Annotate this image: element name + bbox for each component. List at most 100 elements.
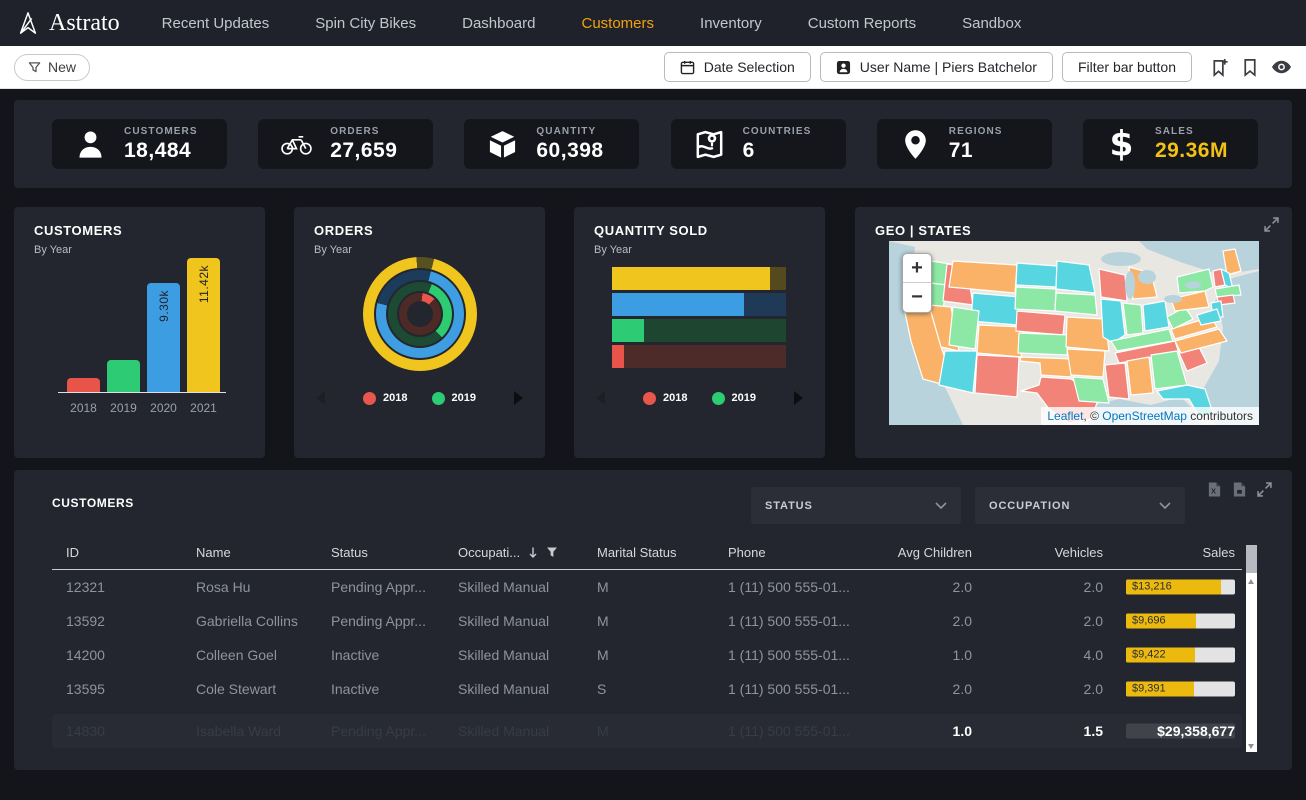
nav-item-recent-updates[interactable]: Recent Updates [162,15,270,32]
column-filter-icon[interactable] [546,546,558,558]
table-row[interactable]: 13595Cole StewartInactiveSkilled ManualS… [52,672,1242,706]
panel-title: QUANTITY SOLD [594,223,708,238]
nav-item-inventory[interactable]: Inventory [700,15,762,32]
column-header-phone[interactable]: Phone [728,545,864,569]
kpi-text: QUANTITY60,398 [536,126,603,163]
table-title: CUSTOMERS [52,496,134,510]
occupation-filter-dropdown[interactable]: OCCUPATION [975,487,1185,524]
kpi-card-orders: ORDERS27,659 [258,119,433,169]
legend-dot [432,392,445,405]
cell-name: Colleen Goel [196,638,331,672]
qbar-2020 [612,293,786,316]
panel-title: CUSTOMERS [34,223,122,238]
filter-bar-button[interactable]: Filter bar button [1062,52,1192,82]
column-header-avg-children[interactable]: Avg Children [864,545,972,569]
customers-table-panel: CUSTOMERS STATUS OCCUPATION X [14,470,1292,770]
cell-vehicles: 2.0 [972,570,1103,604]
filter-toolbar: New Date Selection User Name | Piers Bat… [0,46,1306,89]
column-header-name[interactable]: Name [196,545,331,569]
scroll-up-icon[interactable] [1248,579,1254,584]
legend-item-2019[interactable]: 2019 [712,392,756,405]
qbar-fill [612,267,770,290]
nav-item-custom-reports[interactable]: Custom Reports [808,15,916,32]
bookmark-add-icon[interactable] [1211,58,1229,77]
column-header-occupati[interactable]: Occupati... [458,545,597,569]
cell-vehicles: 2.0 [972,604,1103,638]
openstreetmap-link[interactable]: OpenStreetMap [1102,409,1187,423]
export-document-icon[interactable] [1232,481,1247,498]
kpi-text: COUNTRIES6 [743,126,812,163]
quantity-legend: 2018 2019 [574,391,825,405]
scrollbar-thumb[interactable] [1246,545,1257,573]
footer-total-sales: $8$29,358,677 [1103,714,1235,748]
legend-prev-button[interactable] [316,391,325,405]
nav-item-customers[interactable]: Customers [582,15,655,32]
id-badge-icon [836,60,851,75]
map-icon [693,128,726,161]
legend-next-button[interactable] [514,391,523,405]
cell-id: 13595 [66,672,196,706]
bar-2021: 11.42k [187,258,220,392]
cell-name: Rosa Hu [196,570,331,604]
sales-bar: $9,391 [1126,682,1235,697]
user-button[interactable]: User Name | Piers Batchelor [820,52,1053,82]
zoom-out-button[interactable]: − [903,283,931,312]
kpi-card-regions: REGIONS71 [877,119,1052,169]
dollar-icon: $ [1105,128,1138,161]
table-row[interactable]: 13592Gabriella CollinsPending Appr...Ski… [52,604,1242,638]
column-header-sales[interactable]: Sales [1103,545,1235,569]
us-map-svg [889,241,1259,425]
nav-item-dashboard[interactable]: Dashboard [462,15,535,32]
eye-icon[interactable] [1271,60,1292,74]
leaflet-link[interactable]: Leaflet [1047,409,1083,423]
legend-prev-button[interactable] [596,391,605,405]
column-header-status[interactable]: Status [331,545,458,569]
scroll-down-icon[interactable] [1248,744,1254,749]
sales-bar-value: $9,422 [1132,648,1166,663]
new-filter-button[interactable]: New [14,54,90,81]
expand-icon[interactable] [1264,217,1279,232]
status-filter-dropdown[interactable]: STATUS [751,487,961,524]
table-row[interactable]: 14200Colleen GoelInactiveSkilled ManualM… [52,638,1242,672]
table-row[interactable]: 12321Rosa HuPending Appr...Skilled Manua… [52,570,1242,604]
attribution-text: contributors [1187,409,1253,423]
column-header-id[interactable]: ID [66,545,196,569]
table-scrollbar[interactable] [1246,545,1257,752]
date-selection-label: Date Selection [704,59,795,75]
donut-ring-2018 [399,293,441,335]
cell-phone: 1 (11) 500 555-01... [728,672,864,706]
app-logo[interactable]: Astrato [16,10,120,37]
expand-icon[interactable] [1257,482,1272,497]
orders-chart-panel: ORDERS By Year 20182019 [294,207,545,458]
kpi-band: CUSTOMERS18,484ORDERS27,659QUANTITY60,39… [14,100,1292,188]
sales-bar-value: $9,391 [1132,682,1166,697]
legend-item-2018[interactable]: 2018 [363,392,407,405]
legend-next-button[interactable] [794,391,803,405]
column-header-vehicles[interactable]: Vehicles [972,545,1103,569]
column-header-label: Marital Status [597,545,676,560]
nav-item-sandbox[interactable]: Sandbox [962,15,1021,32]
cell-marital-status: M [597,604,728,638]
cell-avg-children: 2.0 [864,604,972,638]
kpi-label: SALES [1155,126,1228,137]
sales-bar: $9,422 [1126,648,1235,663]
zoom-in-button[interactable]: + [903,254,931,283]
column-header-marital-status[interactable]: Marital Status [597,545,728,569]
date-selection-button[interactable]: Date Selection [664,52,811,82]
export-excel-icon[interactable]: X [1207,481,1222,498]
bookmark-icon[interactable] [1242,58,1258,77]
cell-phone: 1 (11) 500 555-01... [728,604,864,638]
legend-item-2019[interactable]: 2019 [432,392,476,405]
sort-desc-icon[interactable] [528,546,538,559]
legend-item-2018[interactable]: 2018 [643,392,687,405]
attribution-text: , © [1083,409,1102,423]
us-states-map[interactable]: + − Leaflet, © OpenStreetMap contributor… [889,241,1259,425]
quantity-chart-panel: QUANTITY SOLD By Year 20182019 [574,207,825,458]
cell-sales: $9,422 [1103,638,1235,672]
cell-occupation: Skilled Manual [458,604,597,638]
panel-title: GEO | STATES [875,223,971,238]
kpi-text: ORDERS27,659 [330,126,397,163]
footer-total-avg-children: 1.0 [864,714,972,748]
nav-item-spin-city-bikes[interactable]: Spin City Bikes [315,15,416,32]
legend-dot [643,392,656,405]
